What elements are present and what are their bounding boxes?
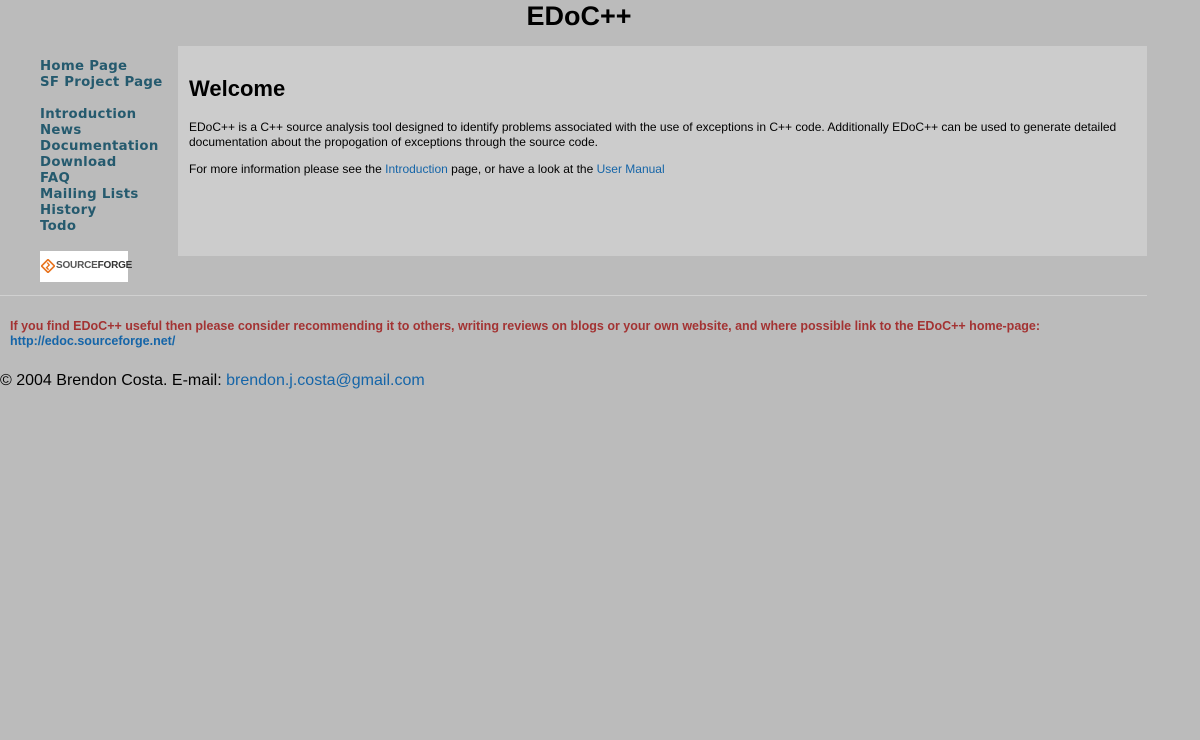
horizontal-divider — [0, 295, 1147, 296]
nav-group-sections: Introduction News Documentation Download… — [40, 107, 175, 235]
copyright-text: © 2004 Brendon Costa. E-mail: — [0, 372, 227, 389]
sourceforge-logo[interactable]: SOURCEFORGE — [40, 251, 132, 282]
homepage-link[interactable]: http://edoc.sourceforge.net/ — [10, 334, 175, 348]
nav-link-faq[interactable]: FAQ — [40, 171, 175, 187]
footer: © 2004 Brendon Costa. E-mail: brendon.j.… — [0, 371, 425, 390]
site-title: EDoC++ — [526, 1, 632, 31]
sidebar-nav: Home Page SF Project Page Introduction N… — [40, 59, 175, 282]
promo-notice: If you find EDoC++ useful then please co… — [10, 319, 1150, 349]
email-link[interactable]: brendon.j.costa@gmail.com — [226, 372, 425, 389]
more-info-middle: page, or have a look at the — [447, 162, 597, 176]
nav-link-introduction[interactable]: Introduction — [40, 107, 175, 123]
content-panel: Welcome EDoC++ is a C++ source analysis … — [178, 46, 1147, 256]
nav-link-mailing-lists[interactable]: Mailing Lists — [40, 187, 175, 203]
nav-link-download[interactable]: Download — [40, 155, 175, 171]
nav-link-history[interactable]: History — [40, 203, 175, 219]
page-heading: Welcome — [189, 76, 286, 101]
nav-link-documentation[interactable]: Documentation — [40, 139, 175, 155]
promo-text: If you find EDoC++ useful then please co… — [10, 319, 1041, 333]
nav-group-external: Home Page SF Project Page — [40, 59, 175, 91]
sourceforge-wordmark: SOURCEFORGE — [56, 260, 133, 271]
more-info-paragraph: For more information please see the Intr… — [189, 162, 1136, 177]
nav-link-news[interactable]: News — [40, 123, 175, 139]
user-manual-link[interactable]: User Manual — [597, 162, 665, 176]
nav-link-sf-project-page[interactable]: SF Project Page — [40, 75, 175, 91]
introduction-link[interactable]: Introduction — [385, 162, 448, 176]
more-info-prefix: For more information please see the — [189, 162, 386, 176]
intro-paragraph: EDoC++ is a C++ source analysis tool des… — [189, 120, 1117, 149]
sourceforge-diamond-icon — [41, 259, 55, 273]
nav-link-home-page[interactable]: Home Page — [40, 59, 175, 75]
nav-link-todo[interactable]: Todo — [40, 219, 175, 235]
